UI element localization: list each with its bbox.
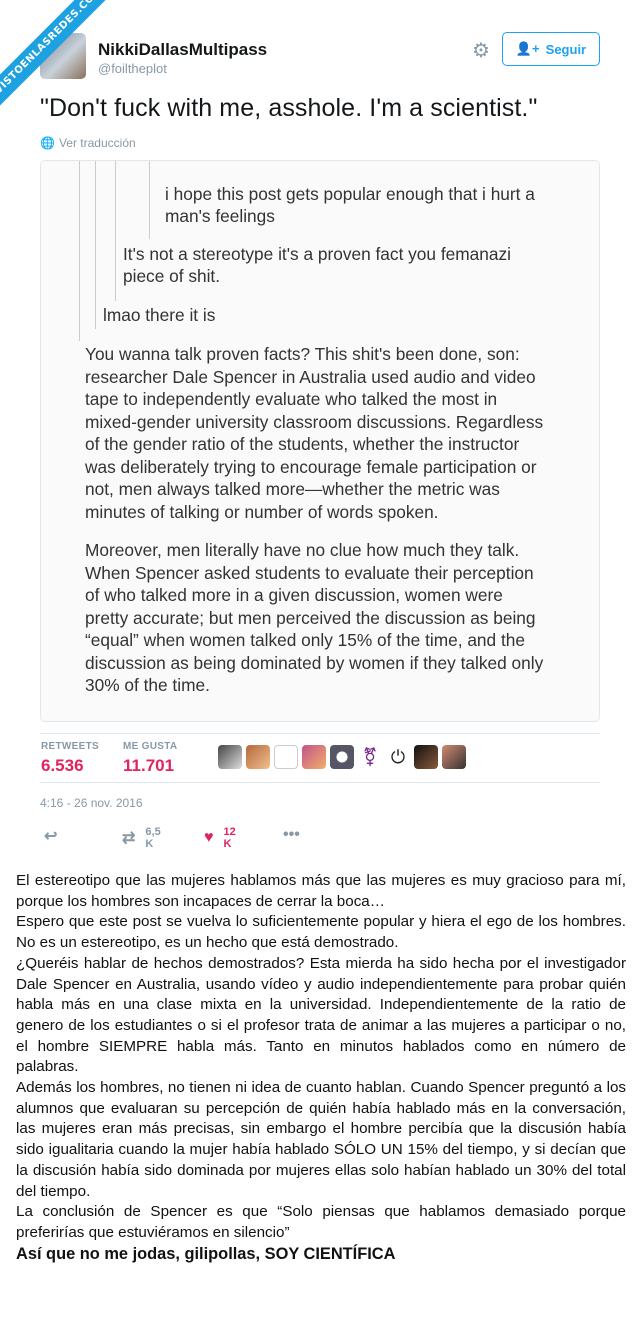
paragraph-2: Moreover, men literally have no clue how…: [85, 539, 543, 697]
display-name[interactable]: NikkiDallasMultipass: [98, 40, 267, 60]
text-line: of who talked more in a given discussion…: [85, 585, 503, 605]
retweet-count: 6,5 K: [145, 826, 161, 850]
translation-paragraph: Espero que este post se vuelva lo sufici…: [16, 913, 626, 952]
reply-icon: ↩: [44, 828, 58, 845]
translate-link[interactable]: 🌐 Ver traducción: [40, 136, 136, 150]
site-ribbon: VISTOENLASREDES.COM: [0, 0, 120, 120]
avatar[interactable]: [274, 745, 298, 769]
translation-paragraph: El estereotipo que las mujeres hablamos …: [16, 872, 626, 910]
globe-icon: 🌐: [40, 136, 55, 150]
quote-line: man's feelings: [165, 206, 275, 226]
ribbon-label: VISTOENLASREDES.COM: [0, 0, 120, 116]
text-line: researcher Dale Spencer in Australia use…: [85, 366, 536, 387]
retweets-value[interactable]: 6.536: [41, 756, 84, 776]
likes-value[interactable]: 11.701: [123, 756, 174, 776]
avatar[interactable]: [330, 745, 354, 769]
tweet-card: NikkiDallasMultipass @foiltheplot ⚙ 👤+ S…: [0, 0, 640, 858]
quote-rule: [115, 161, 116, 301]
avatar[interactable]: [302, 745, 326, 769]
text-line: pretty accurate; but men perceived the d…: [85, 607, 536, 628]
text-line: When Spencer asked students to evaluate …: [85, 562, 534, 583]
tweet-image[interactable]: i hope this post gets popular enough tha…: [40, 160, 600, 722]
timestamp[interactable]: 4:16 - 26 nov. 2016: [40, 796, 143, 810]
text-line: Moreover, men literally have no clue how…: [85, 540, 520, 560]
add-user-icon: 👤+: [515, 41, 540, 56]
avatar[interactable]: [246, 745, 270, 769]
like-button[interactable]: ♥ 12 K: [204, 826, 236, 850]
reply-button[interactable]: ↩: [44, 826, 57, 846]
retweets-label: RETWEETS: [41, 741, 99, 752]
avatar[interactable]: [414, 745, 438, 769]
divider: [40, 782, 600, 783]
text-line: tape to independently evaluate who talke…: [85, 389, 498, 409]
quote-rule: [95, 161, 96, 329]
translation-text: El estereotipo que las mujeres hablamos …: [16, 871, 626, 1264]
paragraph-1: You wanna talk proven facts? This shit's…: [85, 343, 543, 523]
heart-icon: ♥: [204, 829, 214, 846]
retweet-button[interactable]: ⇄ 6,5 K: [122, 826, 161, 850]
avatar[interactable]: ⚧: [358, 745, 382, 769]
quote-line: It's not a stereotype it's a proven fact…: [123, 244, 511, 264]
quote-line: lmao there it is: [103, 305, 216, 325]
text-line: mixed-gender university classroom discus…: [85, 411, 544, 432]
like-count: 12 K: [223, 826, 236, 850]
more-icon: •••: [283, 826, 300, 843]
follow-button[interactable]: 👤+ Seguir: [502, 32, 600, 66]
avatar[interactable]: [442, 745, 466, 769]
text-line: minutes of talking or number of words sp…: [85, 501, 439, 522]
text-line: discussion as being dominated by women i…: [85, 652, 544, 673]
follow-label: Seguir: [545, 41, 587, 57]
text-line: of the gender ratio of the students, whe…: [85, 434, 520, 454]
divider: [40, 733, 600, 734]
quote-rule: [149, 161, 150, 239]
more-button[interactable]: •••: [283, 826, 300, 844]
avatar[interactable]: [218, 745, 242, 769]
translation-conclusion: Así que no me jodas, gilipollas, SOY CIE…: [16, 1244, 396, 1263]
avatar[interactable]: ⏻: [386, 745, 410, 769]
quote-line: i hope this post gets popular enough tha…: [165, 184, 535, 204]
translate-label: Ver traducción: [58, 136, 136, 150]
text-line: “equal” when women talked only 15% of th…: [85, 630, 525, 650]
likes-label: ME GUSTA: [123, 741, 178, 752]
translation-paragraph: ¿Queréis hablar de hechos demostrados? E…: [16, 954, 626, 1076]
gear-icon[interactable]: ⚙: [470, 40, 492, 62]
quote-rule: [79, 161, 80, 341]
translation-paragraph: Además los hombres, no tienen ni idea de…: [16, 1079, 626, 1200]
text-line: was deliberately trying to encourage fem…: [85, 456, 537, 477]
liker-avatars: ⚧ ⏻: [218, 745, 466, 771]
text-line: You wanna talk proven facts? This shit's…: [85, 344, 520, 364]
retweet-icon: ⇄: [122, 830, 136, 847]
quote-line: piece of shit.: [123, 266, 221, 286]
text-line: not, men always talked more—whether the …: [85, 479, 500, 499]
translation-paragraph: La conclusión de Spencer es que “Solo pi…: [16, 1203, 626, 1241]
text-line: 30% of the time.: [85, 675, 210, 695]
